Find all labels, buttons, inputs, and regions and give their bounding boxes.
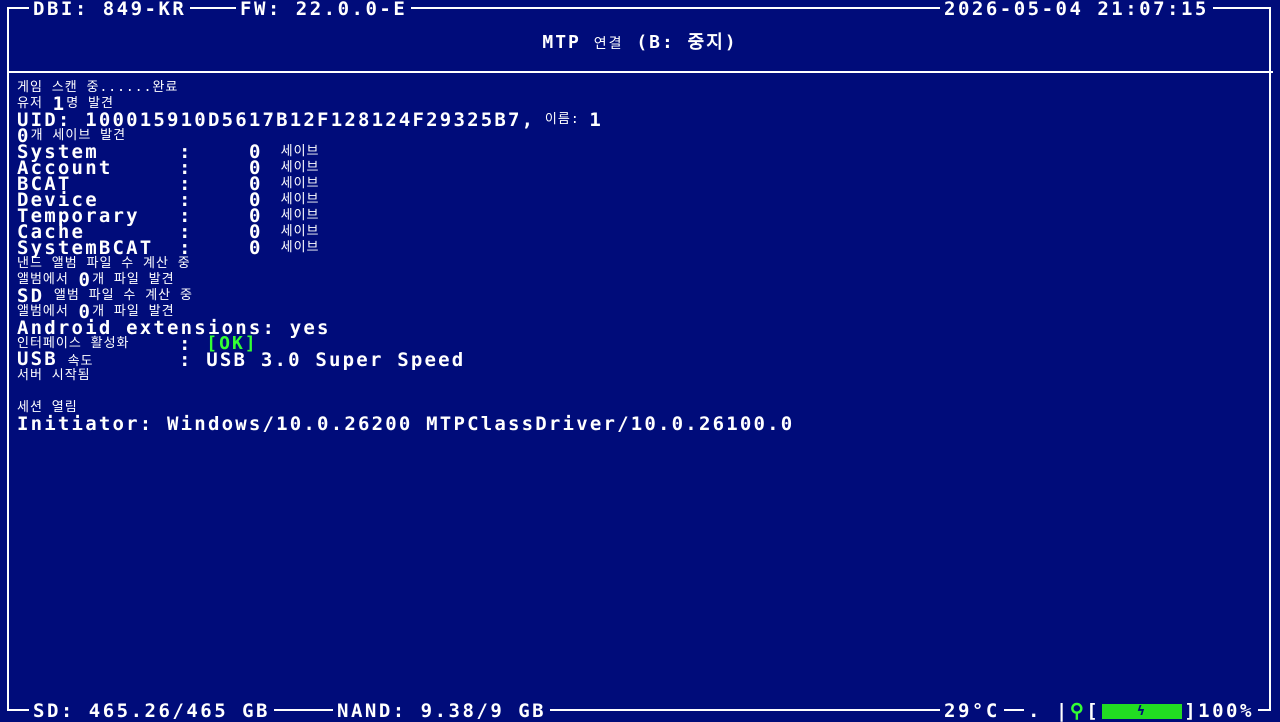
page-title: MTP 연결 (B: 중지) — [0, 28, 1280, 54]
bottom-status-bar: SD: 465.26/465 GB NAND: 9.38/9 GB 29°C .… — [0, 700, 1280, 722]
save-row: System:0 세이브 — [17, 141, 320, 163]
log-line: SD 앨범 파일 수 계산 중 — [17, 285, 193, 307]
log-line: Android extensions: yes — [17, 317, 331, 339]
battery-percent: 100% — [1198, 700, 1254, 722]
title-mode: MTP — [542, 32, 581, 53]
log-line: Initiator: Windows/10.0.26200 MTPClassDr… — [17, 413, 795, 435]
save-row: BCAT:0 세이브 — [17, 173, 320, 195]
battery-bar: ϟ — [1102, 704, 1183, 719]
save-row: Account:0 세이브 — [17, 157, 320, 179]
firmware-version: FW: 22.0.0-E — [236, 0, 412, 19]
log-line: USB 속도: USB 3.0 Super Speed — [17, 347, 466, 371]
sd-storage: SD: 465.26/465 GB — [29, 702, 274, 721]
save-row: Temporary:0 세이브 — [17, 205, 320, 227]
dbi-version: DBI: 849-KR — [29, 0, 191, 19]
temperature: 29°C — [940, 702, 1004, 721]
key-icon: ⚲ — [1069, 700, 1087, 722]
stop-hint[interactable]: (B: 중지) — [636, 32, 737, 53]
title-status: 연결 — [593, 36, 624, 52]
log-output: 게임 스캔 중......완료 유저 1명 발견 UID: 100015910D… — [17, 80, 795, 435]
save-row: SystemBCAT:0 세이브 — [17, 237, 320, 259]
header-separator — [7, 71, 1273, 73]
power-status: . |⚲[ϟ]100% — [1024, 700, 1258, 722]
datetime: 2026-05-04 21:07:15 — [940, 0, 1213, 19]
log-line: UID: 100015910D5617B12F128124F29325B7, 이… — [17, 109, 603, 131]
log-line: 앨범에서 0개 파일 발견 — [17, 269, 175, 291]
nand-storage: NAND: 9.38/9 GB — [333, 702, 551, 721]
charging-icon: ϟ — [1137, 704, 1148, 719]
top-status-bar: DBI: 849-KR FW: 22.0.0-E 2026-05-04 21:0… — [0, 0, 1280, 19]
log-line: 낸드 앨범 파일 수 계산 중 — [17, 256, 191, 271]
log-line: 게임 스캔 중......완료 — [17, 80, 179, 95]
